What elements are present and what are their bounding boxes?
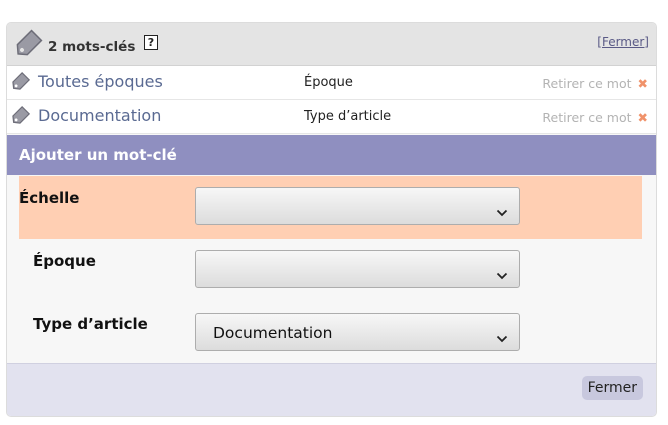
add-keyword-bar: Ajouter un mot-clé [7, 135, 656, 175]
field-row-type-article: Type d’article Documentation [19, 302, 642, 365]
field-label: Époque [33, 252, 96, 270]
type-article-select[interactable]: Documentation [195, 313, 520, 351]
keyword-row: Toutes époques Époque Retirer ce mot ✖ [7, 66, 656, 100]
field-row-epoque: Époque [19, 239, 642, 302]
close-link[interactable]: [Fermer] [597, 35, 649, 49]
panel-footer: Fermer [7, 363, 656, 416]
keyword-group: Type d’article [304, 109, 392, 124]
keyword-row: Documentation Type d’article Retirer ce … [7, 100, 656, 134]
help-icon[interactable]: ? [144, 35, 158, 50]
close-icon: ✖ [637, 76, 648, 91]
chevron-down-icon [496, 328, 508, 347]
field-label: Type d’article [33, 315, 148, 333]
keyword-link[interactable]: Documentation [38, 106, 161, 125]
remove-keyword-button[interactable]: Retirer ce mot ✖ [542, 110, 648, 125]
chevron-down-icon [496, 202, 508, 221]
close-icon: ✖ [637, 110, 648, 125]
field-row-echelle: Échelle [19, 176, 642, 239]
tag-icon [9, 105, 31, 131]
echelle-select[interactable] [195, 187, 520, 225]
epoque-select[interactable] [195, 250, 520, 288]
remove-label: Retirer ce mot [542, 76, 632, 91]
close-button[interactable]: Fermer [581, 376, 643, 400]
keyword-count: 2 mots-clés [48, 39, 136, 55]
chevron-down-icon [496, 265, 508, 284]
panel-header: 2 mots-clés ? [Fermer] [7, 23, 656, 66]
tag-icon [9, 71, 31, 97]
keyword-group: Époque [304, 75, 353, 90]
remove-keyword-button[interactable]: Retirer ce mot ✖ [542, 76, 648, 91]
add-keyword-title: Ajouter un mot-clé [19, 146, 177, 164]
keyword-link[interactable]: Toutes époques [38, 72, 163, 91]
remove-label: Retirer ce mot [542, 110, 632, 125]
select-value: Documentation [213, 324, 333, 342]
keyword-panel: 2 mots-clés ? [Fermer] Toutes époques Ép… [6, 22, 657, 417]
tag-icon [11, 27, 45, 65]
field-label: Échelle [19, 189, 80, 207]
